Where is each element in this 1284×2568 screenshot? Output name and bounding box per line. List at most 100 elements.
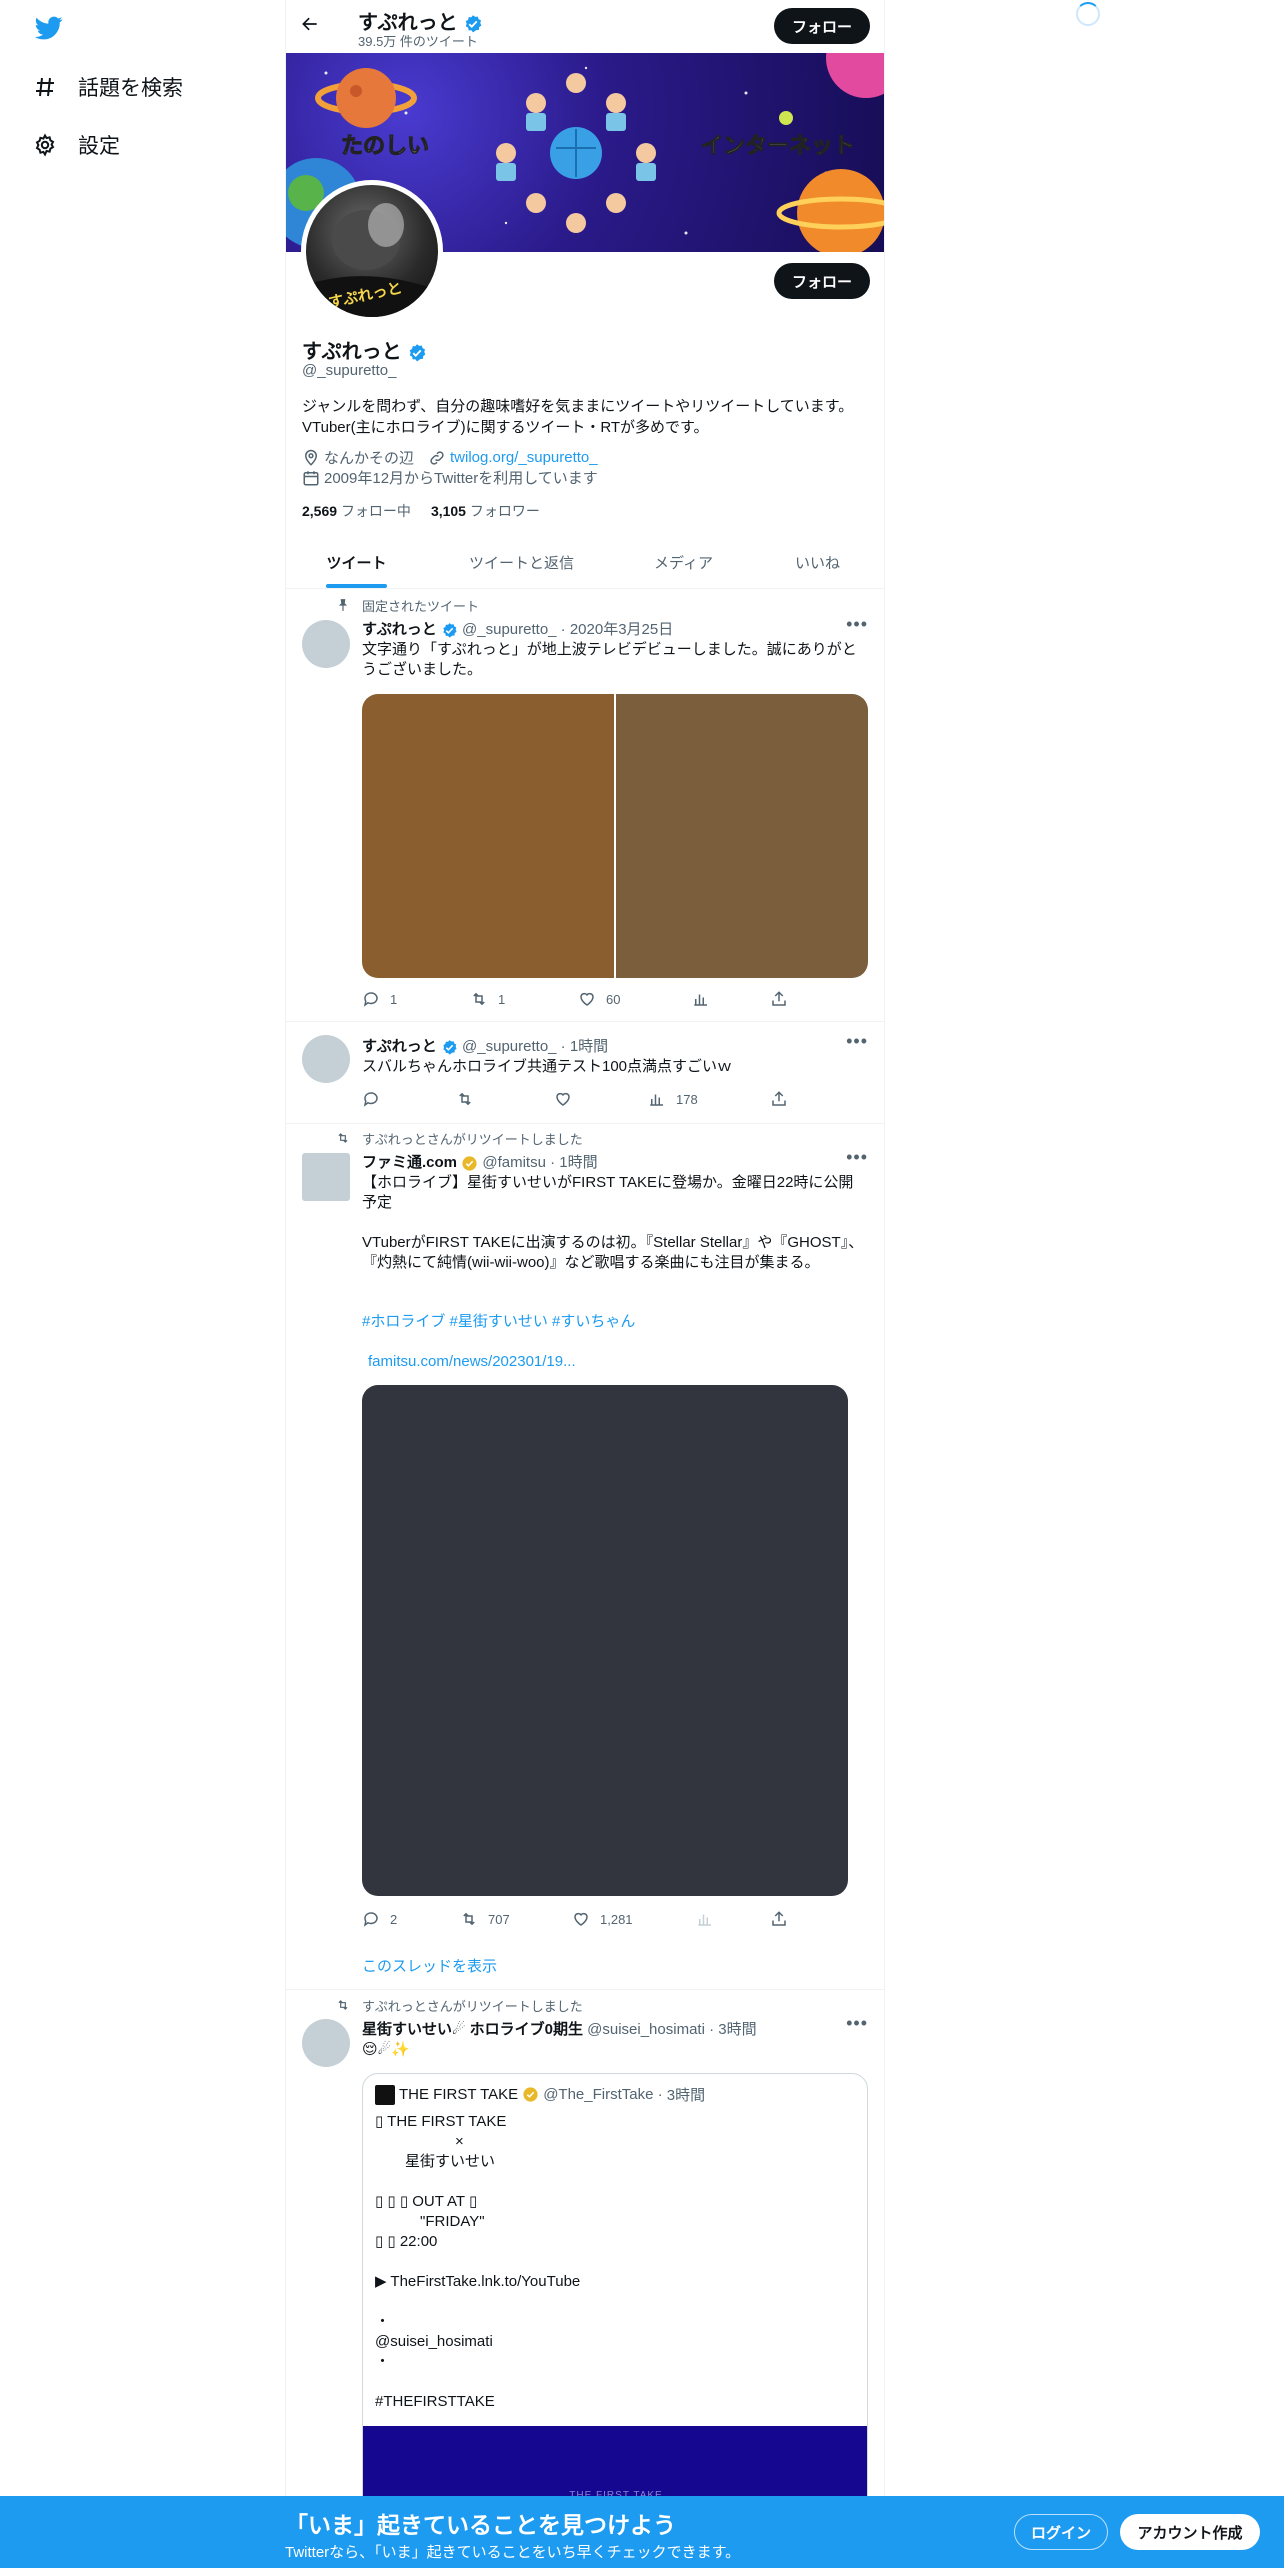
login-button[interactable]: ログイン bbox=[1014, 2514, 1108, 2550]
calendar-icon bbox=[303, 470, 319, 485]
tab-media[interactable]: メディア bbox=[616, 536, 751, 589]
profile-follow-button[interactable]: フォロー bbox=[774, 263, 870, 299]
back-arrow-icon[interactable] bbox=[300, 14, 324, 38]
tweet-header: すぷれっと @_supuretto_ · 2020年3月25日 bbox=[362, 621, 674, 638]
avatar-image: すぷれっと bbox=[306, 203, 438, 317]
tweet-context: すぷれっとさんがリツイートしました bbox=[336, 1996, 583, 2015]
retweet-button[interactable]: 707 bbox=[460, 1910, 510, 1928]
banner-left-text: たのしい bbox=[341, 134, 429, 159]
bio-line-2: VTuber(主にホロライブ)に関するツイート・RTが多めです。 bbox=[302, 419, 709, 436]
tweet-media-image[interactable] bbox=[616, 694, 868, 978]
heart-icon bbox=[574, 1912, 588, 1926]
show-thread-link[interactable]: このスレッドを表示 bbox=[362, 1955, 497, 1976]
verified-badge-icon bbox=[443, 622, 457, 638]
tweet-context: すぷれっとさんがリツイートしました bbox=[336, 1129, 583, 1148]
retweet-icon bbox=[459, 1092, 471, 1106]
bio-line-1: ジャンルを問わず、自分の趣味嗜好を気ままにツイートやリツイートしています。 bbox=[302, 398, 854, 415]
tweet-text: 😌☄✨ bbox=[362, 2041, 410, 2058]
like-button[interactable] bbox=[554, 1090, 582, 1108]
following-link[interactable]: 2,569 フォロー中 bbox=[302, 501, 411, 521]
profile-stats: 2,569 フォロー中 3,105 フォロワー bbox=[302, 501, 540, 521]
quoted-tweet-header: THE FIRST TAKE @The_FirstTake · 3時間 bbox=[375, 2084, 705, 2105]
header-tweet-count: 39.5万 件のツイート bbox=[358, 34, 478, 49]
analytics-icon bbox=[694, 994, 707, 1006]
analytics-icon bbox=[698, 1914, 711, 1926]
share-icon bbox=[772, 1091, 786, 1106]
twitter-logo-icon[interactable] bbox=[32, 14, 66, 42]
link-icon bbox=[430, 450, 444, 465]
tab-likes[interactable]: いいね bbox=[751, 536, 884, 589]
profile-website-link[interactable]: twilog.org/_supuretto_ bbox=[450, 449, 598, 466]
retweet-button[interactable] bbox=[456, 1090, 484, 1108]
share-icon bbox=[772, 991, 786, 1006]
tweet-link[interactable]: famitsu.com/news/202301/19... bbox=[368, 1352, 874, 1372]
retweet-icon bbox=[473, 992, 485, 1006]
profile-meta-row: なんかその辺 twilog.org/_supuretto_ bbox=[302, 447, 598, 468]
tweet-avatar[interactable] bbox=[302, 1035, 350, 1083]
loading-spinner-icon bbox=[1076, 2, 1100, 26]
verified-badge-icon bbox=[443, 1039, 457, 1055]
header-follow-button[interactable]: フォロー bbox=[774, 8, 870, 44]
tweet-header: 星街すいせい☄ ホロライブ0期生 @suisei_hosimati · 3時間 bbox=[362, 2021, 757, 2038]
more-options-icon[interactable]: ••• bbox=[846, 1147, 868, 1168]
nav-settings[interactable]: 設定 bbox=[32, 125, 120, 165]
tweet-avatar[interactable] bbox=[302, 2019, 350, 2067]
tab-tweets-replies[interactable]: ツイートと返信 bbox=[427, 536, 616, 589]
nav-explore[interactable]: 話題を検索 bbox=[32, 67, 183, 107]
tweet-text-body: VTuberがFIRST TAKEに出演するのは初。『Stellar Stell… bbox=[362, 1234, 864, 1271]
gear-icon bbox=[32, 132, 58, 158]
quoted-tweet-text: ▯ THE FIRST TAKE × 星街すいせい ▯ ▯ ▯ OUT AT ▯… bbox=[375, 2113, 581, 2410]
tweet-header: ファミ通.com @famitsu · 1時間 bbox=[362, 1154, 598, 1171]
tweet-avatar[interactable] bbox=[302, 1153, 350, 1201]
profile-location: なんかその辺 bbox=[324, 450, 415, 467]
tweet-card[interactable]: すぷれっと @_supuretto_ · 1時間 ••• スバルちゃんホロライブ… bbox=[286, 1023, 884, 1124]
share-button[interactable] bbox=[770, 1090, 798, 1108]
tweet-media-image[interactable] bbox=[362, 1385, 848, 1896]
location-icon bbox=[304, 449, 318, 466]
profile-joined: 2009年12月からTwitterを利用しています bbox=[302, 467, 598, 488]
views-button[interactable] bbox=[692, 990, 720, 1008]
retweet-icon bbox=[336, 1998, 352, 2014]
more-options-icon[interactable]: ••• bbox=[846, 614, 868, 635]
tweet-text: スバルちゃんホロライブ共通テスト100点満点すごいｗ bbox=[362, 1058, 733, 1075]
like-button[interactable]: 1,281 bbox=[572, 1910, 633, 1928]
profile-tabs: ツイート ツイートと返信 メディア いいね bbox=[286, 536, 884, 589]
profile-avatar[interactable]: すぷれっと bbox=[301, 180, 443, 322]
reply-button[interactable] bbox=[362, 1090, 390, 1108]
retweet-icon bbox=[336, 1131, 352, 1147]
quoted-avatar bbox=[375, 2084, 395, 2105]
signup-banner-title: 「いま」起きていることを見つけよう bbox=[285, 2512, 676, 2538]
followers-link[interactable]: 3,105 フォロワー bbox=[431, 501, 540, 521]
hashtag-icon bbox=[32, 74, 58, 100]
tweet-card[interactable]: すぷれっとさんがリツイートしました ファミ通.com @famitsu · 1時… bbox=[286, 1125, 884, 1990]
signup-button[interactable]: アカウント作成 bbox=[1120, 2514, 1260, 2550]
share-button[interactable] bbox=[770, 1910, 798, 1928]
profile-name: すぷれっと bbox=[302, 335, 427, 364]
tab-active-indicator bbox=[326, 584, 387, 588]
tweet-header: すぷれっと @_supuretto_ · 1時間 bbox=[362, 1038, 609, 1055]
retweet-button[interactable]: 1 bbox=[470, 990, 505, 1008]
share-icon bbox=[772, 1911, 786, 1926]
tweet-card[interactable]: すぷれっとさんがリツイートしました 星街すいせい☄ ホロライブ0期生 @suis… bbox=[286, 1991, 884, 2513]
profile-joined-text: 2009年12月からTwitterを利用しています bbox=[324, 470, 598, 487]
views-button[interactable]: 178 bbox=[648, 1090, 698, 1108]
more-options-icon[interactable]: ••• bbox=[846, 2013, 868, 2034]
views-button[interactable] bbox=[696, 1910, 724, 1928]
gold-badge-icon bbox=[523, 2087, 538, 2102]
like-button[interactable]: 60 bbox=[578, 990, 620, 1008]
tab-tweets[interactable]: ツイート bbox=[286, 536, 427, 589]
tweet-media-grid[interactable] bbox=[362, 694, 868, 978]
signup-banner: 「いま」起きていることを見つけよう Twitterなら、「いま」起きていることを… bbox=[0, 2496, 1284, 2568]
pin-icon bbox=[336, 598, 352, 614]
reply-button[interactable]: 2 bbox=[362, 1910, 397, 1928]
quoted-tweet[interactable]: THE FIRST TAKE @The_FirstTake · 3時間 ▯ TH… bbox=[362, 2073, 868, 2513]
tweet-card[interactable]: 固定されたツイート すぷれっと @_supuretto_ · 2020年3月25… bbox=[286, 590, 884, 1022]
tweet-avatar[interactable] bbox=[302, 620, 350, 668]
reply-button[interactable]: 1 bbox=[362, 990, 397, 1008]
more-options-icon[interactable]: ••• bbox=[846, 1031, 868, 1052]
profile-handle: @_supuretto_ bbox=[302, 362, 397, 379]
share-button[interactable] bbox=[770, 990, 798, 1008]
tweet-media-image[interactable] bbox=[362, 694, 614, 978]
tweet-hashtags[interactable]: #ホロライブ #星街すいせい #すいちゃん bbox=[362, 1312, 868, 1332]
profile-timeline: すぷれっと 39.5万 件のツイート フォロー たのしい インターネット すぷれ… bbox=[285, 0, 885, 2568]
